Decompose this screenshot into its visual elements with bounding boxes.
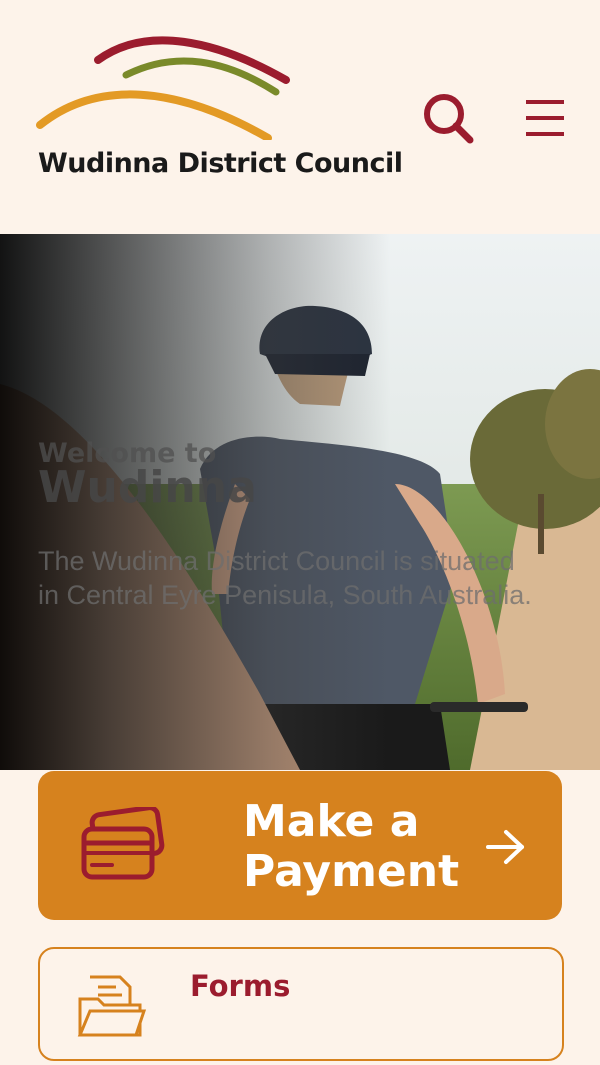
search-button[interactable] [418,88,478,148]
make-a-payment-label: Make a Payment [243,796,460,897]
forms-button[interactable]: Forms [38,947,564,1061]
make-a-payment-button[interactable]: Make a Payment [38,771,562,920]
search-icon [424,94,474,144]
arrow-right-icon [486,830,524,864]
hero-banner: Welcome to Wudinna The Wudinna District … [0,234,600,770]
credit-card-icon [81,807,165,880]
council-logo[interactable]: Wudinna District Council [36,30,416,190]
hamburger-menu-icon [526,100,564,136]
menu-button[interactable] [518,92,570,144]
hero-description: The Wudinna District Council is situated… [38,546,532,610]
forms-label: Forms [190,969,291,1003]
site-header: Wudinna District Council [0,0,600,234]
hills-logo-icon [36,36,290,140]
hero-title: Wudinna [38,462,257,513]
org-name: Wudinna District Council [38,148,403,179]
folder-documents-icon [77,975,146,1037]
